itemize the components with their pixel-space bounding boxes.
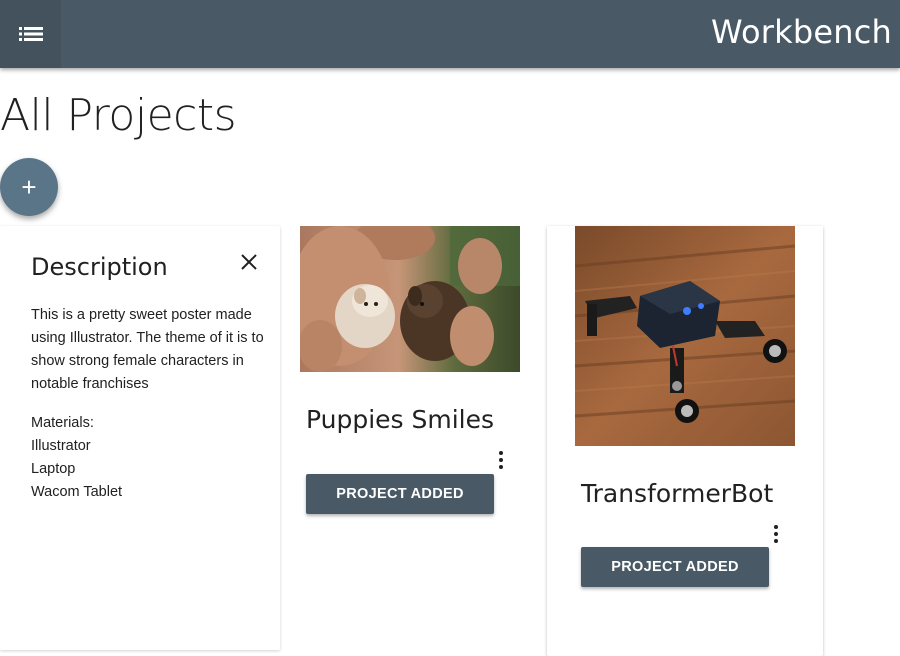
close-icon	[241, 254, 257, 270]
close-description-button[interactable]	[236, 249, 262, 275]
plus-icon: +	[21, 172, 37, 202]
description-title: Description	[31, 253, 168, 281]
description-text: This is a pretty sweet poster made using…	[31, 307, 264, 392]
materials-label: Materials:	[31, 415, 94, 431]
project-added-button[interactable]: PROJECT ADDED	[306, 474, 494, 514]
more-vert-icon[interactable]	[770, 522, 782, 546]
menu-button[interactable]	[0, 0, 61, 68]
material-item: Illustrator	[31, 438, 91, 454]
project-title: Puppies Smiles	[306, 405, 495, 434]
material-item: Wacom Tablet	[31, 484, 123, 500]
app-bar: Workbench	[0, 0, 900, 68]
material-item: Laptop	[31, 461, 76, 477]
list-menu-icon	[18, 27, 43, 41]
add-project-button[interactable]: +	[0, 158, 58, 216]
more-vert-icon[interactable]	[495, 448, 507, 472]
project-image-robot	[575, 226, 795, 446]
project-title: TransformerBot	[581, 479, 774, 508]
materials-list: Materials: Illustrator Laptop Wacom Tabl…	[31, 412, 271, 504]
app-title: Workbench	[711, 13, 892, 51]
project-added-button[interactable]: PROJECT ADDED	[581, 547, 769, 587]
project-image-puppies	[300, 226, 520, 372]
page-title: All Projects	[0, 90, 237, 141]
